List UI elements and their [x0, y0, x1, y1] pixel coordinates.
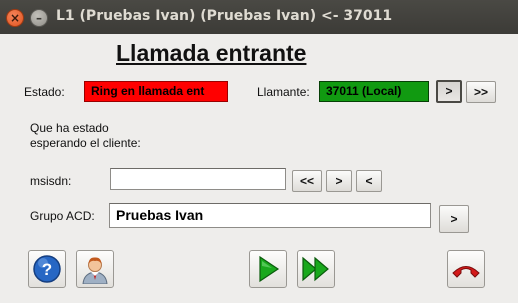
msisdn-prev-button[interactable]: < [356, 170, 382, 192]
minimize-icon: – [36, 11, 42, 25]
llamante-skip-button[interactable]: >> [466, 81, 496, 103]
play-icon [259, 255, 280, 283]
grupo-acd-label: Grupo ACD: [30, 209, 95, 223]
fast-forward-button[interactable] [297, 250, 335, 288]
window-close-button[interactable]: × [6, 9, 24, 27]
llamante-label: Llamante: [257, 85, 310, 99]
fast-forward-icon [302, 256, 329, 282]
msisdn-first-button[interactable]: << [292, 170, 322, 192]
window-title: L1 (Pruebas Ivan) (Pruebas Ivan) <- 3701… [56, 8, 393, 24]
grupo-acd-next-button[interactable]: > [439, 205, 469, 233]
msisdn-next-button[interactable]: > [326, 170, 352, 192]
page-title: Llamada entrante [116, 40, 307, 66]
llamante-next-button[interactable]: > [436, 80, 462, 103]
user-button[interactable] [76, 250, 114, 288]
window-minimize-button[interactable]: – [30, 9, 48, 27]
estado-value: Ring en llamada ent [84, 81, 228, 102]
help-button[interactable]: ? [28, 250, 66, 288]
msisdn-input[interactable] [110, 168, 286, 190]
grupo-acd-input[interactable]: Pruebas Ivan [109, 203, 431, 228]
estado-label: Estado: [24, 85, 65, 99]
msisdn-label: msisdn: [30, 174, 72, 188]
hangup-icon [452, 266, 480, 278]
window-titlebar: × – L1 (Pruebas Ivan) (Pruebas Ivan) <- … [0, 0, 518, 34]
wait-text-line1: Que ha estado [30, 121, 109, 135]
wait-text-line2: esperando el cliente: [30, 136, 141, 150]
svg-text:?: ? [42, 260, 52, 279]
close-icon: × [9, 11, 21, 25]
hangup-button[interactable] [447, 250, 485, 288]
help-icon: ? [33, 255, 61, 283]
play-button[interactable] [249, 250, 287, 288]
llamante-value: 37011 (Local) [319, 81, 429, 102]
user-icon [82, 257, 108, 284]
